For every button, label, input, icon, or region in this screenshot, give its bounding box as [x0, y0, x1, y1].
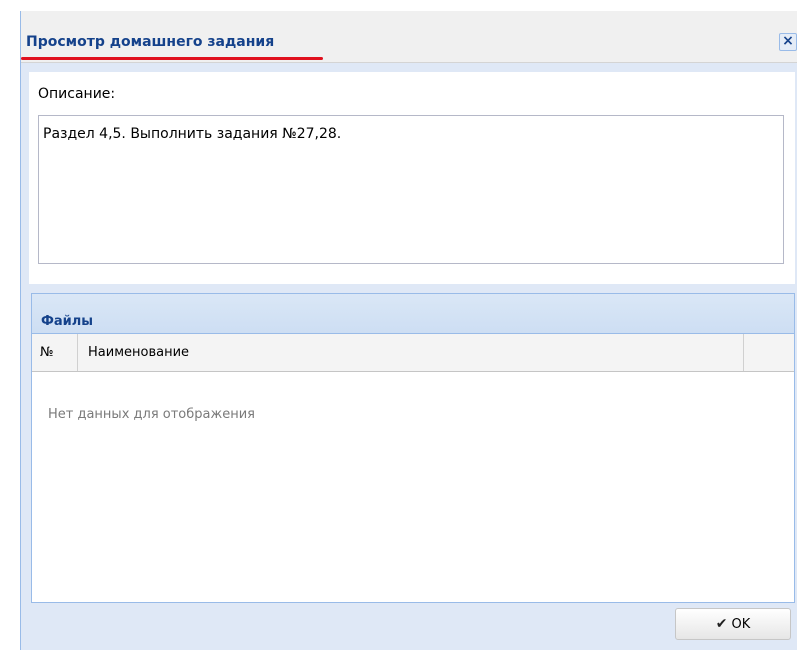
dialog-titlebar[interactable]: Просмотр домашнего задания × [21, 11, 797, 63]
ok-button-label: OK [731, 617, 751, 632]
check-icon: ✔ [715, 616, 728, 632]
files-panel-header: Файлы [32, 294, 794, 334]
page: Просмотр домашнего задания × Описание: Р… [0, 0, 797, 650]
column-header-extra[interactable] [744, 334, 794, 371]
description-label: Описание: [38, 86, 116, 102]
files-panel: Файлы № Наименование Нет данных для отоб… [31, 293, 795, 603]
files-title: Файлы [41, 314, 94, 329]
description-panel: Описание: Раздел 4,5. Выполнить задания … [29, 72, 795, 284]
close-icon[interactable]: × [779, 33, 797, 51]
ok-button[interactable]: ✔ OK [675, 608, 791, 640]
description-textarea[interactable]: Раздел 4,5. Выполнить задания №27,28. [38, 115, 784, 264]
empty-grid-message: Нет данных для отображения [48, 407, 255, 422]
column-header-number[interactable]: № [32, 334, 78, 371]
title-underline-annotation [21, 57, 323, 60]
dialog-title: Просмотр домашнего задания [26, 34, 275, 50]
homework-dialog: Просмотр домашнего задания × Описание: Р… [20, 11, 797, 650]
files-grid-header: № Наименование [32, 334, 794, 372]
column-header-name[interactable]: Наименование [78, 334, 744, 371]
